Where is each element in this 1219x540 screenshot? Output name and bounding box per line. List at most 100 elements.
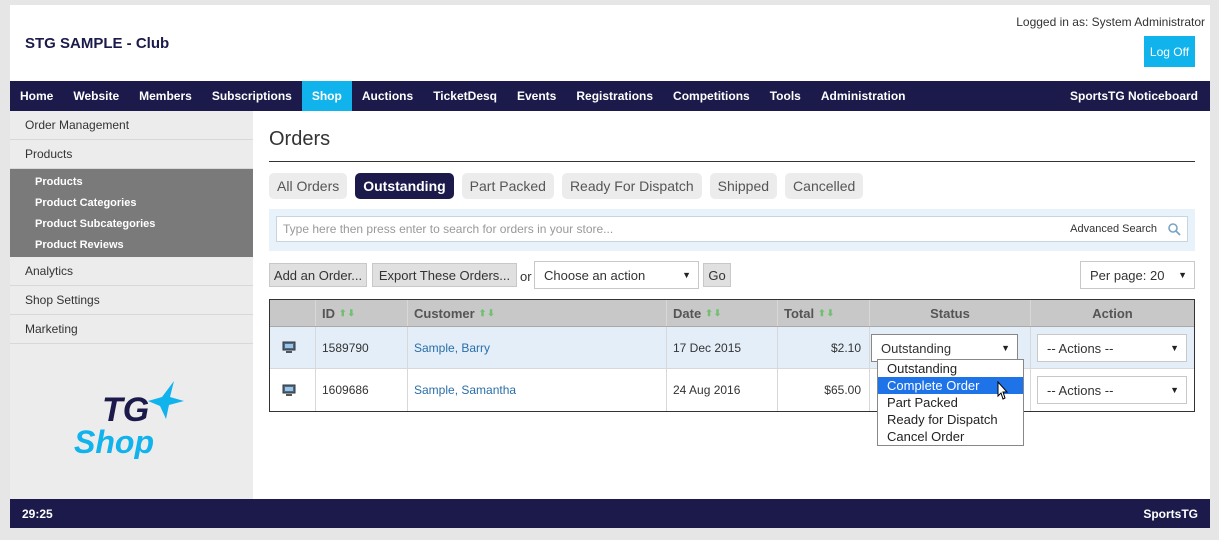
chevron-down-icon: ▼	[1178, 270, 1187, 280]
table-row[interactable]: 1609686 Sample, Samantha 24 Aug 2016 $65…	[270, 369, 1194, 411]
tab-ready-for-dispatch[interactable]: Ready For Dispatch	[561, 173, 702, 199]
actions-select[interactable]: -- Actions -- ▼	[1037, 334, 1187, 362]
title-divider	[269, 161, 1195, 162]
nav-administration[interactable]: Administration	[811, 81, 916, 111]
sort-icon[interactable]: ⬆⬇	[818, 308, 835, 319]
tab-all-orders[interactable]: All Orders	[269, 173, 348, 199]
orders-table: ID ⬆⬇ Customer ⬆⬇ Date ⬆⬇ Total ⬆⬇ Status Ac…	[269, 299, 1195, 412]
footer-timer: 29:25	[22, 506, 53, 521]
nav-noticeboard[interactable]: SportsTG Noticeboard	[1058, 81, 1210, 111]
go-button[interactable]: Go	[703, 263, 731, 287]
header: STG SAMPLE - Club Logged in as: System A…	[10, 5, 1210, 81]
choose-action-value: Choose an action	[544, 267, 646, 283]
status-option-outstanding[interactable]: Outstanding	[878, 360, 1023, 377]
tg-shop-logo: TG Shop	[74, 381, 184, 459]
sidebar-subitem-product-reviews[interactable]: Product Reviews	[10, 234, 253, 255]
col-header-customer[interactable]: Customer ⬆⬇	[408, 300, 667, 326]
nav-registrations[interactable]: Registrations	[566, 81, 663, 111]
sidebar-item-analytics[interactable]: Analytics	[10, 257, 253, 286]
logo-shop-text: Shop	[74, 424, 154, 459]
col-header-id[interactable]: ID ⬆⬇	[316, 300, 408, 326]
nav-shop[interactable]: Shop	[301, 81, 352, 111]
order-total: $65.00	[778, 369, 870, 411]
nav-home[interactable]: Home	[10, 81, 63, 111]
sidebar-item-order-management[interactable]: Order Management	[10, 111, 253, 140]
actions-select-value: -- Actions --	[1047, 382, 1114, 398]
status-select-value: Outstanding	[881, 340, 952, 356]
sidebar-submenu-products: Products Product Categories Product Subc…	[10, 169, 253, 257]
add-order-button[interactable]: Add an Order...	[269, 263, 367, 287]
choose-action-select[interactable]: Choose an action ▼	[534, 261, 699, 289]
search-box: Advanced Search	[276, 216, 1188, 242]
chevron-down-icon: ▼	[1170, 385, 1179, 395]
col-header-date[interactable]: Date ⬆⬇	[667, 300, 778, 326]
tab-cancelled[interactable]: Cancelled	[785, 173, 864, 199]
per-page-select[interactable]: Per page: 20 ▼	[1080, 261, 1195, 289]
order-date: 24 Aug 2016	[667, 369, 778, 411]
page-title: Orders	[269, 128, 331, 150]
computer-icon	[282, 384, 296, 396]
chevron-down-icon: ▼	[1170, 343, 1179, 353]
table-header: ID ⬆⬇ Customer ⬆⬇ Date ⬆⬇ Total ⬆⬇ Status Ac…	[270, 300, 1194, 327]
nav-members[interactable]: Members	[129, 81, 202, 111]
log-off-button[interactable]: Log Off	[1144, 36, 1195, 67]
logo-star-icon	[148, 381, 184, 419]
search-panel: Advanced Search	[269, 209, 1195, 251]
nav-events[interactable]: Events	[507, 81, 566, 111]
nav-tools[interactable]: Tools	[760, 81, 811, 111]
sidebar: Order Management Products Products Produ…	[10, 111, 253, 499]
footer: 29:25 SportsTG	[10, 499, 1210, 528]
orders-toolbar: Add an Order... Export These Orders... o…	[269, 261, 1195, 289]
table-row[interactable]: 1589790 Sample, Barry 17 Dec 2015 $2.10 …	[270, 327, 1194, 369]
computer-icon	[282, 341, 296, 353]
export-orders-button[interactable]: Export These Orders...	[372, 263, 517, 287]
main-nav: Home Website Members Subscriptions Shop …	[10, 81, 1210, 111]
sidebar-subitem-products[interactable]: Products	[10, 171, 253, 192]
sidebar-item-marketing[interactable]: Marketing	[10, 315, 253, 344]
nav-subscriptions[interactable]: Subscriptions	[202, 81, 302, 111]
logged-in-label: Logged in as: System Administrator	[1016, 15, 1205, 29]
customer-link[interactable]: Sample, Barry	[414, 341, 490, 355]
order-search-input[interactable]	[277, 222, 1071, 236]
search-icon[interactable]	[1165, 220, 1183, 238]
sidebar-item-shop-settings[interactable]: Shop Settings	[10, 286, 253, 315]
nav-website[interactable]: Website	[63, 81, 129, 111]
status-dropdown-list: Outstanding Complete Order Part Packed R…	[877, 359, 1024, 446]
tab-shipped[interactable]: Shipped	[709, 173, 778, 199]
col-header-icon	[270, 300, 316, 326]
sort-icon[interactable]: ⬆⬇	[479, 308, 496, 319]
order-tabs: All Orders Outstanding Part Packed Ready…	[269, 173, 864, 199]
chevron-down-icon: ▼	[682, 270, 691, 280]
order-id: 1609686	[316, 369, 408, 411]
sort-icon[interactable]: ⬆⬇	[705, 308, 722, 319]
per-page-value: Per page: 20	[1090, 267, 1165, 283]
main-content: Orders All Orders Outstanding Part Packe…	[269, 111, 1195, 499]
sidebar-item-products[interactable]: Products	[10, 140, 253, 169]
col-header-total[interactable]: Total ⬆⬇	[778, 300, 870, 326]
advanced-search-link[interactable]: Advanced Search	[1070, 223, 1157, 235]
sidebar-subitem-product-categories[interactable]: Product Categories	[10, 192, 253, 213]
order-date: 17 Dec 2015	[667, 327, 778, 368]
footer-brand: SportsTG	[1143, 506, 1198, 521]
col-header-action: Action	[1092, 305, 1133, 321]
order-id: 1589790	[316, 327, 408, 368]
nav-ticketdesq[interactable]: TicketDesq	[423, 81, 507, 111]
chevron-down-icon: ▼	[1001, 343, 1010, 353]
order-total: $2.10	[778, 327, 870, 368]
customer-link[interactable]: Sample, Samantha	[414, 383, 516, 397]
tab-outstanding[interactable]: Outstanding	[355, 173, 454, 199]
or-label: or	[520, 269, 532, 284]
nav-competitions[interactable]: Competitions	[663, 81, 760, 111]
sort-icon[interactable]: ⬆⬇	[339, 308, 356, 319]
col-header-status: Status	[870, 300, 1031, 326]
mouse-pointer-icon	[997, 381, 1009, 400]
status-option-cancel-order[interactable]: Cancel Order	[878, 428, 1023, 445]
tab-part-packed[interactable]: Part Packed	[461, 173, 554, 199]
status-select[interactable]: Outstanding ▼	[871, 334, 1018, 362]
club-title: STG SAMPLE - Club	[25, 35, 170, 52]
sidebar-subitem-product-subcategories[interactable]: Product Subcategories	[10, 213, 253, 234]
nav-auctions[interactable]: Auctions	[352, 81, 423, 111]
actions-select[interactable]: -- Actions -- ▼	[1037, 376, 1187, 404]
status-option-ready-for-dispatch[interactable]: Ready for Dispatch	[878, 411, 1023, 428]
app-frame: STG SAMPLE - Club Logged in as: System A…	[10, 5, 1210, 528]
